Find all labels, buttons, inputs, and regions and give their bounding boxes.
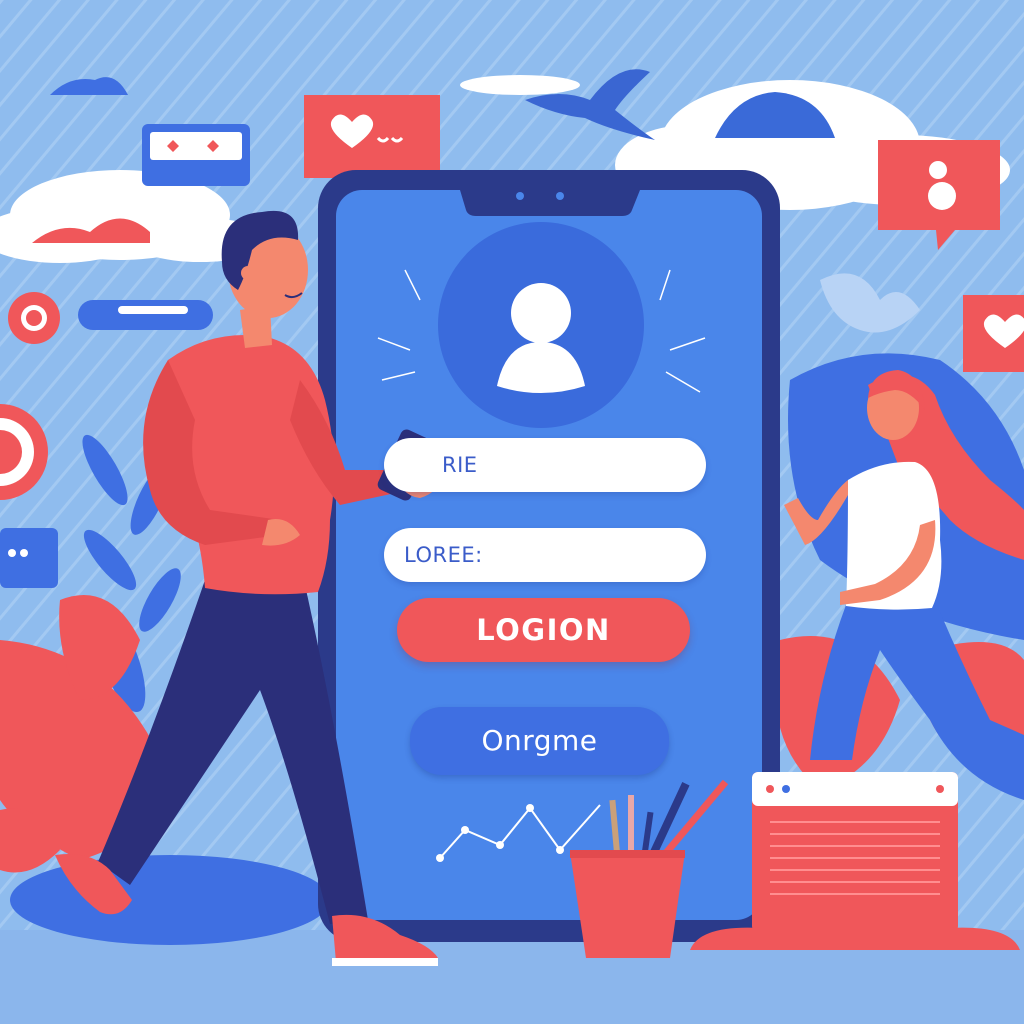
username-field-text: RIE bbox=[442, 453, 478, 477]
chat-card-icon bbox=[0, 528, 58, 588]
login-button[interactable]: LOGION bbox=[397, 598, 690, 662]
secondary-button-label: Onrgme bbox=[481, 724, 598, 757]
illustration-canvas bbox=[0, 0, 1024, 1024]
login-illustration: RIE LOREE: LOGION Onrgme bbox=[0, 0, 1024, 1024]
user-silhouette-icon bbox=[438, 222, 644, 428]
username-field[interactable]: RIE bbox=[384, 438, 706, 492]
bush-decoration bbox=[10, 855, 330, 945]
secondary-button[interactable]: Onrgme bbox=[410, 707, 669, 775]
heart-chat-bubble-icon bbox=[963, 295, 1024, 372]
password-field[interactable]: LOREE: bbox=[384, 528, 706, 582]
password-field-text: LOREE: bbox=[404, 543, 483, 567]
login-button-label: LOGION bbox=[476, 613, 611, 647]
target-icon bbox=[8, 292, 60, 344]
search-bar-icon bbox=[78, 300, 213, 330]
